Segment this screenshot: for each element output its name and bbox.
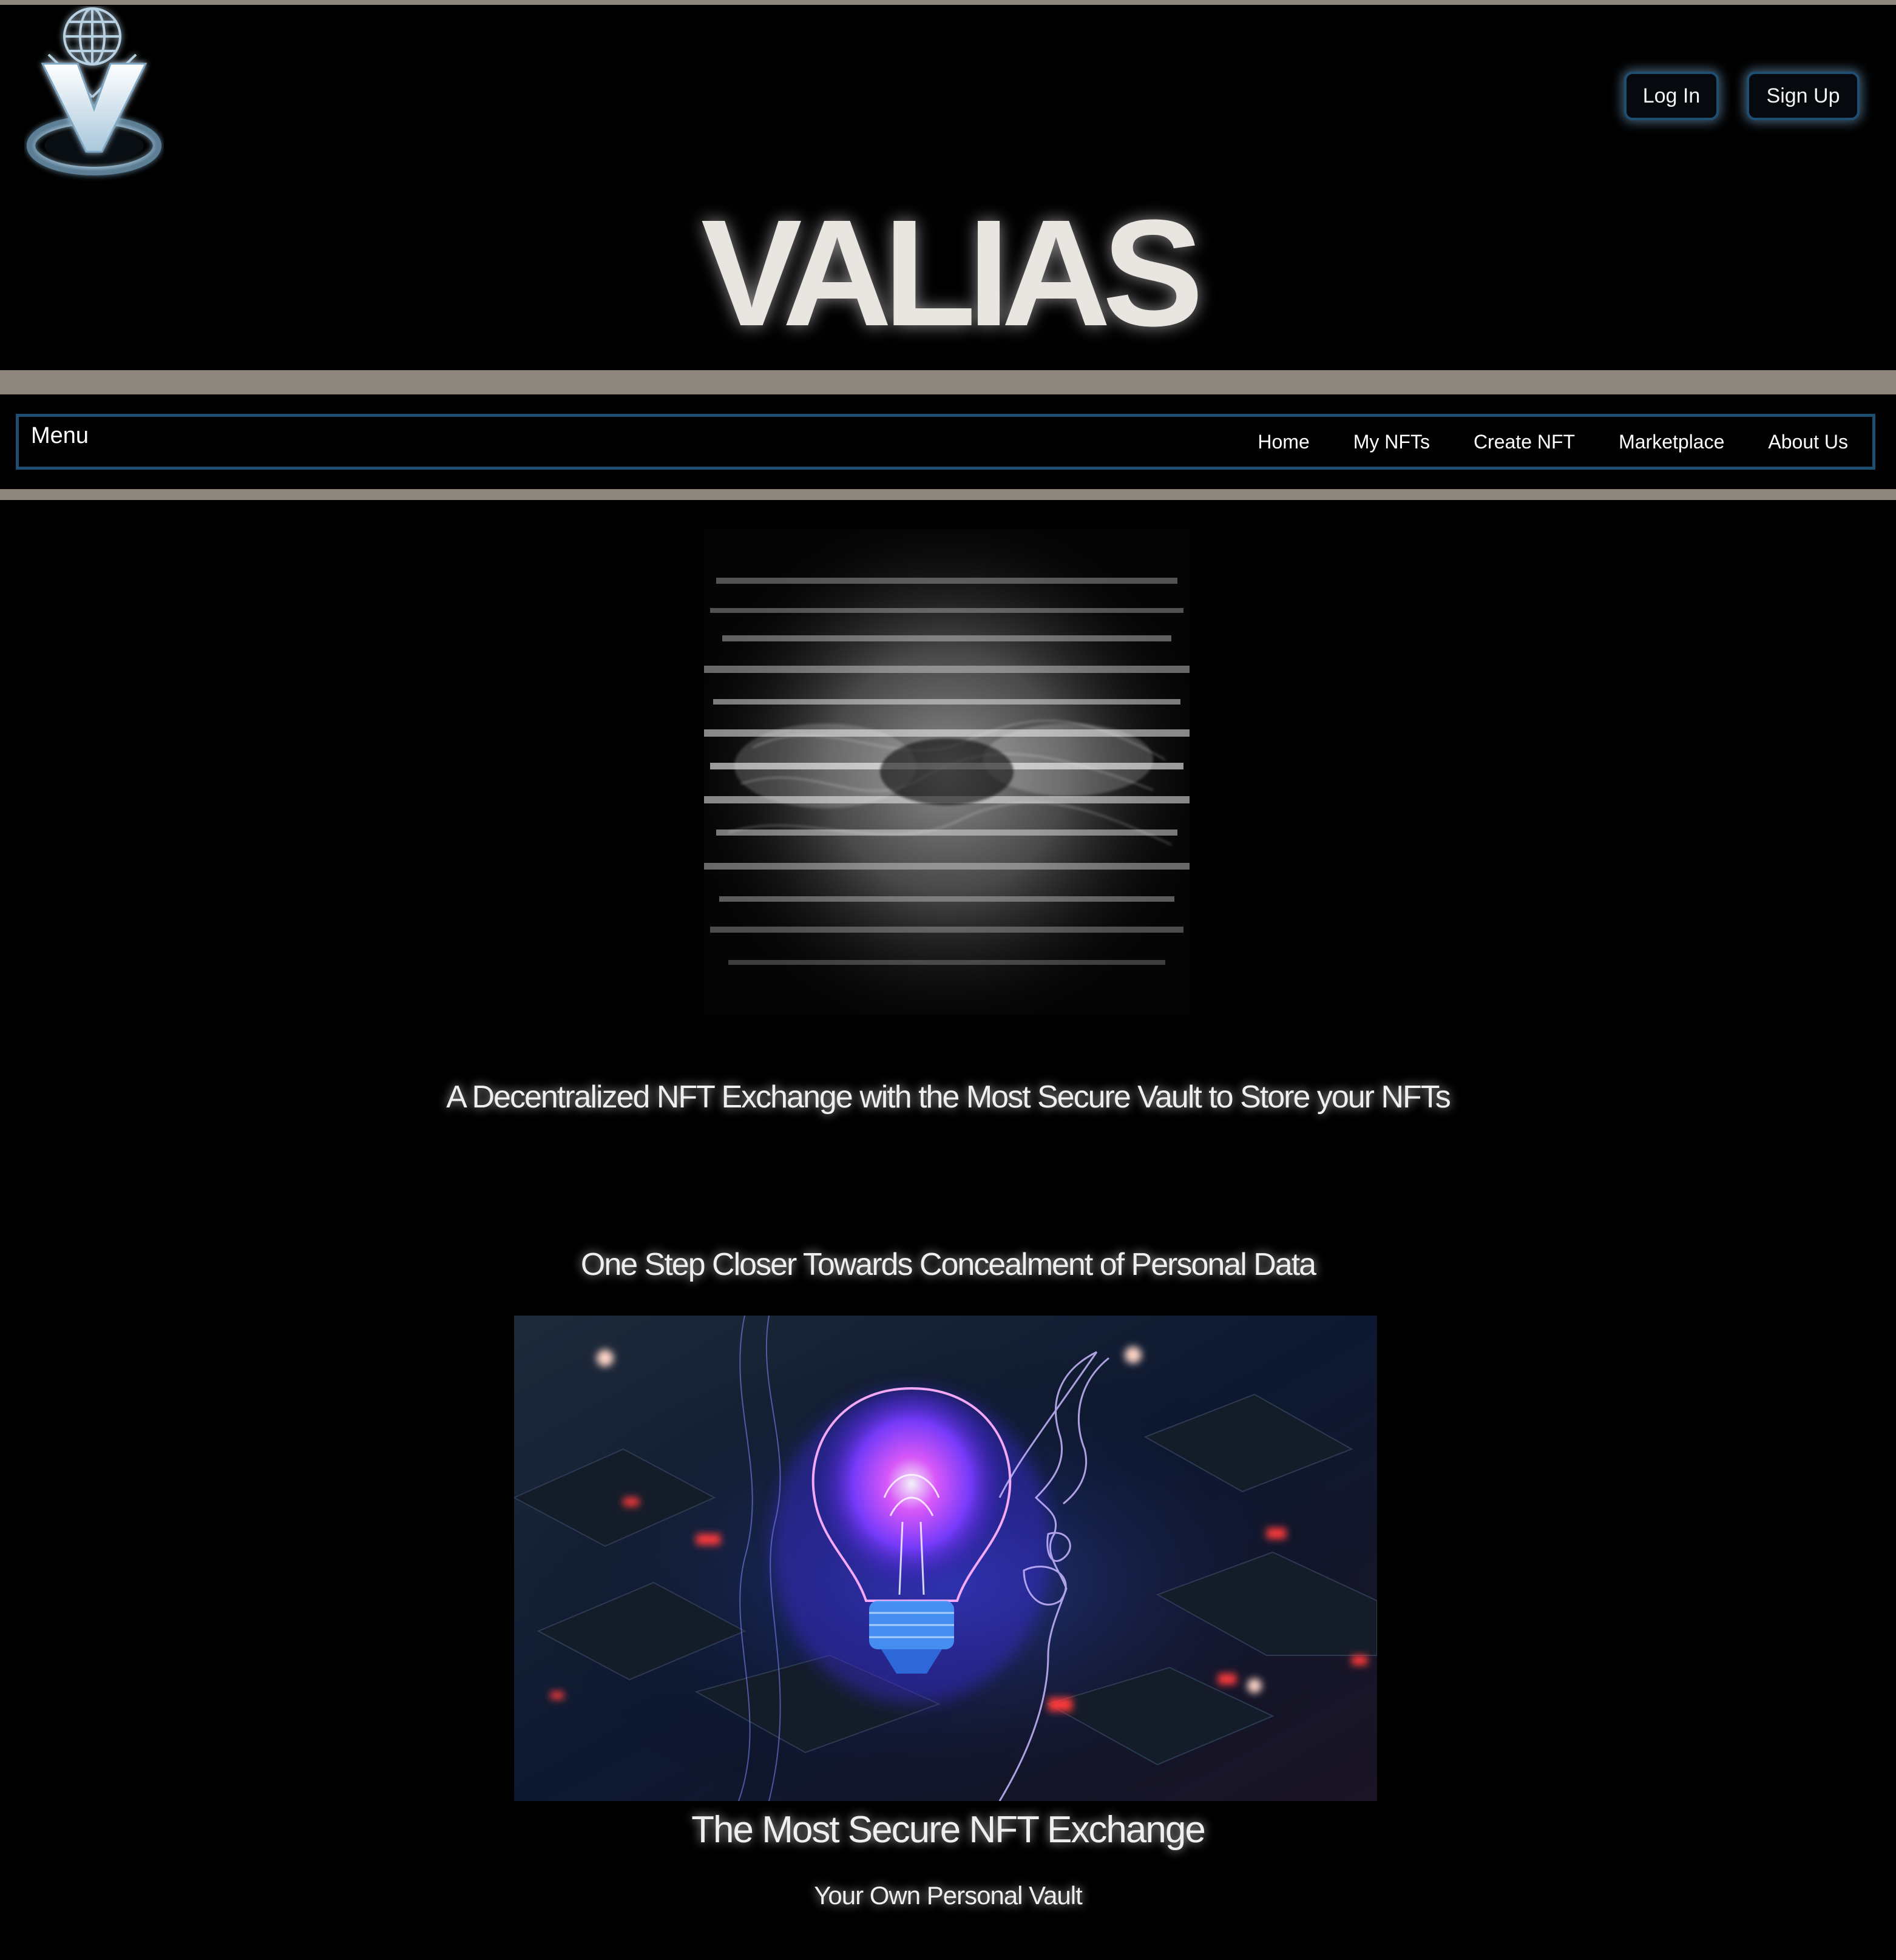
privacy-heading: One Step Closer Towards Concealment of P… (580, 1247, 1316, 1282)
exchange-title: The Most Secure NFT Exchange (691, 1809, 1206, 1851)
nav-links: Home My NFTs Create NFT Marketplace Abou… (1258, 417, 1848, 467)
hero-tagline: A Decentralized NFT Exchange with the Mo… (446, 1080, 1451, 1115)
nav-marketplace[interactable]: Marketplace (1619, 431, 1724, 453)
header-divider (0, 370, 1896, 394)
top-divider (0, 0, 1896, 5)
nav-about-us[interactable]: About Us (1768, 431, 1848, 453)
nav-create-nft[interactable]: Create NFT (1474, 431, 1575, 453)
signup-button[interactable]: Sign Up (1747, 72, 1860, 120)
lightbulb-face-image (514, 1316, 1377, 1801)
login-button[interactable]: Log In (1624, 72, 1719, 120)
main-nav: Menu Home My NFTs Create NFT Marketplace… (16, 414, 1875, 470)
nav-my-nfts[interactable]: My NFTs (1353, 431, 1430, 453)
menu-label[interactable]: Menu (31, 423, 89, 449)
nav-divider (0, 489, 1896, 500)
brand-title: VALIAS (700, 188, 1204, 357)
vault-subtitle: Your Own Personal Vault (814, 1881, 1083, 1910)
nft-word-cloud-image (704, 529, 1190, 1015)
nav-home[interactable]: Home (1258, 431, 1309, 453)
globe-v-vault-logo-icon[interactable] (24, 6, 164, 182)
